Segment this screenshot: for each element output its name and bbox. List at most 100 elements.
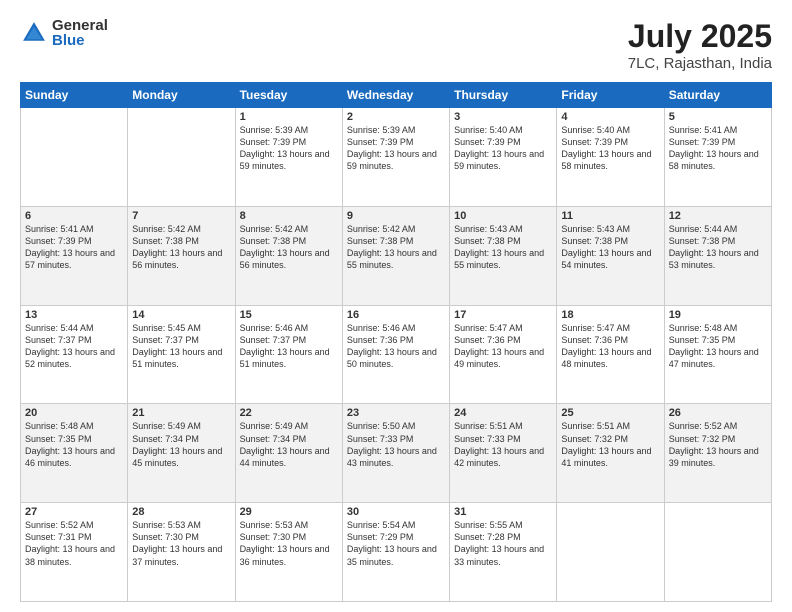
day-number: 30 [347, 506, 445, 518]
table-row: 15Sunrise: 5:46 AM Sunset: 7:37 PM Dayli… [235, 305, 342, 404]
day-info: Sunrise: 5:51 AM Sunset: 7:32 PM Dayligh… [561, 420, 659, 469]
table-row: 9Sunrise: 5:42 AM Sunset: 7:38 PM Daylig… [342, 206, 449, 305]
day-number: 4 [561, 111, 659, 123]
day-number: 18 [561, 309, 659, 321]
day-number: 20 [25, 407, 123, 419]
calendar-subtitle: 7LC, Rajasthan, India [628, 55, 772, 72]
day-number: 28 [132, 506, 230, 518]
calendar-week-row: 1Sunrise: 5:39 AM Sunset: 7:39 PM Daylig… [21, 108, 772, 207]
day-number: 15 [240, 309, 338, 321]
logo-text: General Blue [52, 18, 108, 48]
day-number: 13 [25, 309, 123, 321]
day-info: Sunrise: 5:52 AM Sunset: 7:32 PM Dayligh… [669, 420, 767, 469]
day-number: 5 [669, 111, 767, 123]
calendar-header-row: Sunday Monday Tuesday Wednesday Thursday… [21, 83, 772, 108]
table-row: 24Sunrise: 5:51 AM Sunset: 7:33 PM Dayli… [450, 404, 557, 503]
table-row [664, 503, 771, 602]
table-row: 26Sunrise: 5:52 AM Sunset: 7:32 PM Dayli… [664, 404, 771, 503]
day-number: 27 [25, 506, 123, 518]
table-row: 6Sunrise: 5:41 AM Sunset: 7:39 PM Daylig… [21, 206, 128, 305]
table-row: 22Sunrise: 5:49 AM Sunset: 7:34 PM Dayli… [235, 404, 342, 503]
day-info: Sunrise: 5:49 AM Sunset: 7:34 PM Dayligh… [132, 420, 230, 469]
table-row: 2Sunrise: 5:39 AM Sunset: 7:39 PM Daylig… [342, 108, 449, 207]
col-saturday: Saturday [664, 83, 771, 108]
table-row: 17Sunrise: 5:47 AM Sunset: 7:36 PM Dayli… [450, 305, 557, 404]
day-info: Sunrise: 5:40 AM Sunset: 7:39 PM Dayligh… [561, 124, 659, 173]
table-row [21, 108, 128, 207]
day-info: Sunrise: 5:45 AM Sunset: 7:37 PM Dayligh… [132, 322, 230, 371]
day-number: 16 [347, 309, 445, 321]
day-number: 17 [454, 309, 552, 321]
day-number: 22 [240, 407, 338, 419]
day-number: 31 [454, 506, 552, 518]
day-info: Sunrise: 5:42 AM Sunset: 7:38 PM Dayligh… [240, 223, 338, 272]
table-row: 12Sunrise: 5:44 AM Sunset: 7:38 PM Dayli… [664, 206, 771, 305]
day-number: 21 [132, 407, 230, 419]
table-row: 29Sunrise: 5:53 AM Sunset: 7:30 PM Dayli… [235, 503, 342, 602]
day-number: 9 [347, 210, 445, 222]
col-friday: Friday [557, 83, 664, 108]
table-row [557, 503, 664, 602]
header: General Blue July 2025 7LC, Rajasthan, I… [20, 18, 772, 72]
table-row: 5Sunrise: 5:41 AM Sunset: 7:39 PM Daylig… [664, 108, 771, 207]
day-number: 7 [132, 210, 230, 222]
logo-blue: Blue [52, 33, 108, 48]
day-number: 29 [240, 506, 338, 518]
table-row: 14Sunrise: 5:45 AM Sunset: 7:37 PM Dayli… [128, 305, 235, 404]
day-number: 8 [240, 210, 338, 222]
day-number: 11 [561, 210, 659, 222]
day-info: Sunrise: 5:54 AM Sunset: 7:29 PM Dayligh… [347, 519, 445, 568]
table-row: 13Sunrise: 5:44 AM Sunset: 7:37 PM Dayli… [21, 305, 128, 404]
day-info: Sunrise: 5:49 AM Sunset: 7:34 PM Dayligh… [240, 420, 338, 469]
table-row: 4Sunrise: 5:40 AM Sunset: 7:39 PM Daylig… [557, 108, 664, 207]
table-row: 30Sunrise: 5:54 AM Sunset: 7:29 PM Dayli… [342, 503, 449, 602]
table-row: 21Sunrise: 5:49 AM Sunset: 7:34 PM Dayli… [128, 404, 235, 503]
table-row: 3Sunrise: 5:40 AM Sunset: 7:39 PM Daylig… [450, 108, 557, 207]
table-row: 23Sunrise: 5:50 AM Sunset: 7:33 PM Dayli… [342, 404, 449, 503]
day-number: 14 [132, 309, 230, 321]
table-row: 25Sunrise: 5:51 AM Sunset: 7:32 PM Dayli… [557, 404, 664, 503]
day-number: 24 [454, 407, 552, 419]
table-row: 20Sunrise: 5:48 AM Sunset: 7:35 PM Dayli… [21, 404, 128, 503]
table-row: 11Sunrise: 5:43 AM Sunset: 7:38 PM Dayli… [557, 206, 664, 305]
logo-general: General [52, 18, 108, 33]
calendar-week-row: 27Sunrise: 5:52 AM Sunset: 7:31 PM Dayli… [21, 503, 772, 602]
col-sunday: Sunday [21, 83, 128, 108]
day-number: 25 [561, 407, 659, 419]
col-tuesday: Tuesday [235, 83, 342, 108]
day-info: Sunrise: 5:50 AM Sunset: 7:33 PM Dayligh… [347, 420, 445, 469]
col-thursday: Thursday [450, 83, 557, 108]
day-number: 26 [669, 407, 767, 419]
day-number: 12 [669, 210, 767, 222]
day-info: Sunrise: 5:43 AM Sunset: 7:38 PM Dayligh… [454, 223, 552, 272]
calendar-week-row: 6Sunrise: 5:41 AM Sunset: 7:39 PM Daylig… [21, 206, 772, 305]
table-row: 8Sunrise: 5:42 AM Sunset: 7:38 PM Daylig… [235, 206, 342, 305]
day-info: Sunrise: 5:39 AM Sunset: 7:39 PM Dayligh… [240, 124, 338, 173]
col-wednesday: Wednesday [342, 83, 449, 108]
table-row: 31Sunrise: 5:55 AM Sunset: 7:28 PM Dayli… [450, 503, 557, 602]
day-number: 19 [669, 309, 767, 321]
day-info: Sunrise: 5:52 AM Sunset: 7:31 PM Dayligh… [25, 519, 123, 568]
day-info: Sunrise: 5:43 AM Sunset: 7:38 PM Dayligh… [561, 223, 659, 272]
day-info: Sunrise: 5:53 AM Sunset: 7:30 PM Dayligh… [240, 519, 338, 568]
day-number: 2 [347, 111, 445, 123]
calendar-week-row: 20Sunrise: 5:48 AM Sunset: 7:35 PM Dayli… [21, 404, 772, 503]
day-number: 10 [454, 210, 552, 222]
day-info: Sunrise: 5:44 AM Sunset: 7:38 PM Dayligh… [669, 223, 767, 272]
table-row: 18Sunrise: 5:47 AM Sunset: 7:36 PM Dayli… [557, 305, 664, 404]
table-row: 16Sunrise: 5:46 AM Sunset: 7:36 PM Dayli… [342, 305, 449, 404]
day-info: Sunrise: 5:51 AM Sunset: 7:33 PM Dayligh… [454, 420, 552, 469]
day-info: Sunrise: 5:46 AM Sunset: 7:36 PM Dayligh… [347, 322, 445, 371]
day-info: Sunrise: 5:41 AM Sunset: 7:39 PM Dayligh… [25, 223, 123, 272]
day-info: Sunrise: 5:47 AM Sunset: 7:36 PM Dayligh… [454, 322, 552, 371]
table-row [128, 108, 235, 207]
day-info: Sunrise: 5:48 AM Sunset: 7:35 PM Dayligh… [25, 420, 123, 469]
logo-icon [20, 19, 48, 47]
table-row: 19Sunrise: 5:48 AM Sunset: 7:35 PM Dayli… [664, 305, 771, 404]
day-info: Sunrise: 5:41 AM Sunset: 7:39 PM Dayligh… [669, 124, 767, 173]
calendar-table: Sunday Monday Tuesday Wednesday Thursday… [20, 82, 772, 602]
day-info: Sunrise: 5:42 AM Sunset: 7:38 PM Dayligh… [347, 223, 445, 272]
table-row: 28Sunrise: 5:53 AM Sunset: 7:30 PM Dayli… [128, 503, 235, 602]
day-info: Sunrise: 5:48 AM Sunset: 7:35 PM Dayligh… [669, 322, 767, 371]
table-row: 10Sunrise: 5:43 AM Sunset: 7:38 PM Dayli… [450, 206, 557, 305]
